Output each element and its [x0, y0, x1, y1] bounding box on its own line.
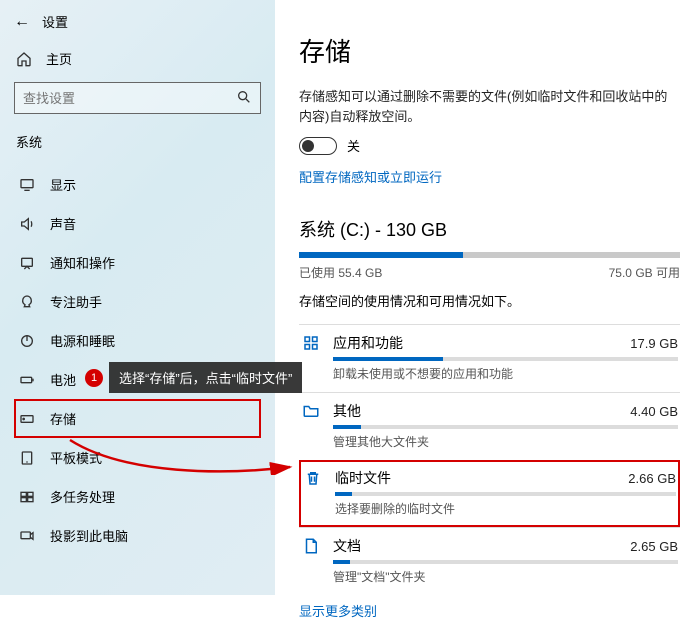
storage-icon [18, 411, 36, 427]
settings-title: 设置 [42, 12, 68, 31]
sidebar-item-label: 电池 [50, 370, 76, 389]
sidebar-item-label: 投影到此电脑 [50, 526, 128, 545]
annotation-callout: 1 选择“存储”后，点击“临时文件” [85, 362, 302, 393]
sidebar-item-notifications[interactable]: 通知和操作 [14, 243, 261, 282]
section-label: 系统 [16, 132, 261, 151]
cat-sub: 选择要删除的临时文件 [335, 500, 676, 517]
document-icon [301, 536, 321, 556]
cat-size: 2.65 GB [630, 539, 678, 554]
sidebar-item-focus[interactable]: 专注助手 [14, 282, 261, 321]
sidebar-item-label: 平板模式 [50, 448, 102, 467]
cat-row[interactable]: 应用和功能 17.9 GB [301, 333, 678, 353]
cat-temp[interactable]: 临时文件 2.66 GB 选择要删除的临时文件 [299, 460, 680, 527]
sidebar-item-label: 专注助手 [50, 292, 102, 311]
cat-sub: 管理"文档"文件夹 [333, 568, 678, 585]
cat-row[interactable]: 文档 2.65 GB [301, 536, 678, 556]
cat-sub: 管理其他大文件夹 [333, 433, 678, 450]
cat-name: 应用和功能 [333, 333, 618, 353]
cat-docs[interactable]: 文档 2.65 GB 管理"文档"文件夹 [299, 527, 680, 595]
search-box[interactable] [14, 82, 261, 114]
storage-sense-toggle[interactable] [299, 137, 337, 155]
sidebar-item-display[interactable]: 显示 [14, 165, 261, 204]
cat-name: 临时文件 [335, 468, 616, 488]
toggle-row: 关 [299, 136, 680, 155]
sidebar-item-label: 电源和睡眠 [50, 331, 115, 350]
sidebar-item-multitask[interactable]: 多任务处理 [14, 477, 261, 516]
configure-link[interactable]: 配置存储感知或立即运行 [299, 167, 442, 186]
focus-icon [18, 294, 36, 310]
home-label: 主页 [46, 49, 72, 68]
drive-usage-labels: 已使用 55.4 GB 75.0 GB 可用 [299, 264, 680, 281]
sidebar-item-project[interactable]: 投影到此电脑 [14, 516, 261, 555]
power-icon [18, 333, 36, 349]
cat-bar [333, 425, 678, 429]
cat-name: 其他 [333, 401, 618, 421]
callout-badge: 1 [85, 369, 103, 387]
sidebar-item-sound[interactable]: 声音 [14, 204, 261, 243]
used-label: 已使用 55.4 GB [299, 264, 382, 281]
search-input[interactable] [23, 91, 236, 106]
sidebar-item-label: 存储 [50, 409, 76, 428]
sidebar-item-label: 声音 [50, 214, 76, 233]
cat-bar [335, 492, 676, 496]
toggle-label: 关 [347, 136, 360, 155]
sidebar-item-label: 显示 [50, 175, 76, 194]
usage-desc: 存储空间的使用情况和可用情况如下。 [299, 291, 680, 310]
page-title: 存储 [299, 32, 680, 69]
sidebar-item-label: 通知和操作 [50, 253, 115, 272]
storage-sense-desc: 存储感知可以通过删除不需要的文件(例如临时文件和回收站中的内容)自动释放空间。 [299, 87, 680, 126]
folder-icon [301, 401, 321, 421]
display-icon [18, 177, 36, 193]
trash-icon [303, 468, 323, 488]
search-icon [236, 89, 252, 108]
home-nav[interactable]: 主页 [16, 49, 261, 68]
sound-icon [18, 216, 36, 232]
sidebar-item-tablet[interactable]: 平板模式 [14, 438, 261, 477]
cat-apps[interactable]: 应用和功能 17.9 GB 卸载未使用或不想要的应用和功能 [299, 324, 680, 392]
notifications-icon [18, 255, 36, 271]
cat-size: 4.40 GB [630, 404, 678, 419]
home-icon [16, 51, 32, 67]
sidebar: ← 设置 主页 系统 显示 声音 通知和操作 专注助手 电源和睡眠 电池 [0, 0, 275, 595]
back-button[interactable]: ← [14, 13, 30, 31]
cat-name: 文档 [333, 536, 618, 556]
battery-icon [18, 372, 36, 388]
cat-bar [333, 357, 678, 361]
cat-size: 17.9 GB [630, 336, 678, 351]
cat-row[interactable]: 其他 4.40 GB [301, 401, 678, 421]
apps-icon [301, 333, 321, 353]
free-label: 75.0 GB 可用 [609, 264, 680, 281]
project-icon [18, 528, 36, 544]
more-categories-link[interactable]: 显示更多类别 [299, 604, 377, 619]
tablet-icon [18, 450, 36, 466]
cat-row[interactable]: 临时文件 2.66 GB [303, 468, 676, 488]
drive-usage-fill [299, 252, 463, 258]
cat-sub: 卸载未使用或不想要的应用和功能 [333, 365, 678, 382]
sidebar-item-power[interactable]: 电源和睡眠 [14, 321, 261, 360]
multitask-icon [18, 489, 36, 505]
cat-bar [333, 560, 678, 564]
main-content: 存储 存储感知可以通过删除不需要的文件(例如临时文件和回收站中的内容)自动释放空… [275, 0, 700, 595]
callout-tip: 选择“存储”后，点击“临时文件” [109, 362, 302, 393]
cat-other[interactable]: 其他 4.40 GB 管理其他大文件夹 [299, 392, 680, 460]
sidebar-item-label: 多任务处理 [50, 487, 115, 506]
sidebar-item-storage[interactable]: 存储 [14, 399, 261, 438]
header-row: ← 设置 [14, 12, 261, 31]
cat-size: 2.66 GB [628, 471, 676, 486]
drive-usage-bar [299, 252, 680, 258]
drive-title: 系统 (C:) - 130 GB [299, 216, 680, 242]
